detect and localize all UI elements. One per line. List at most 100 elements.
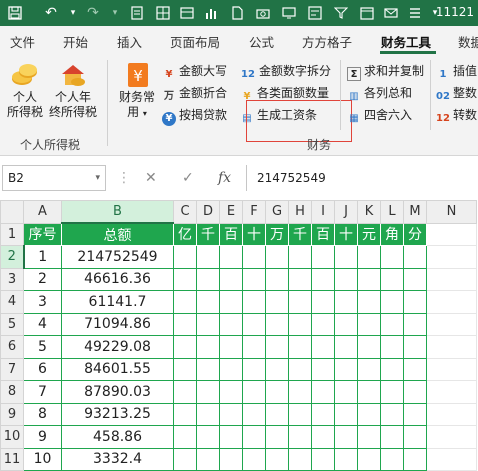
digit-cell[interactable] <box>403 312 427 336</box>
tab-formulas[interactable]: 公式 <box>249 32 274 51</box>
digit-cell[interactable] <box>196 380 220 404</box>
digit-cell[interactable] <box>288 267 312 291</box>
digit-cell[interactable] <box>219 335 243 359</box>
total-amount-cell[interactable]: 3332.4 <box>61 447 174 471</box>
camera-icon[interactable] <box>252 2 274 24</box>
digit-cell[interactable] <box>196 447 220 471</box>
total-amount-cell[interactable]: 93213.25 <box>61 402 174 426</box>
digit-cell[interactable] <box>357 425 381 449</box>
digit-cell[interactable] <box>311 380 335 404</box>
total-amount-cell[interactable]: 214752549 <box>61 245 174 269</box>
screen-icon[interactable] <box>278 2 300 24</box>
column-header-k[interactable]: K <box>357 200 381 224</box>
column-header-l[interactable]: L <box>380 200 404 224</box>
digit-cell[interactable] <box>219 402 243 426</box>
sequence-cell[interactable]: 3 <box>23 290 62 314</box>
digit-cell[interactable] <box>173 425 197 449</box>
table-header-cell[interactable]: 序号 <box>23 222 62 246</box>
finance-common-button[interactable]: ¥ 财务常 用 ▾ <box>113 62 161 121</box>
row-header[interactable]: 3 <box>0 267 24 291</box>
digit-cell[interactable] <box>403 380 427 404</box>
digit-cell[interactable] <box>380 312 404 336</box>
row-header[interactable]: 7 <box>0 357 24 381</box>
digit-cell[interactable] <box>334 402 358 426</box>
amount-digit-split-button[interactable]: 12 金额数字拆分 <box>240 61 331 81</box>
digit-cell[interactable] <box>196 267 220 291</box>
column-header-b[interactable]: B <box>61 200 174 224</box>
table-header-cell[interactable]: 万 <box>265 222 289 246</box>
name-box[interactable]: B2 ▾ <box>2 165 106 191</box>
empty-cell[interactable] <box>426 245 477 269</box>
enter-icon[interactable]: ✓ <box>182 170 194 186</box>
empty-cell[interactable] <box>426 335 477 359</box>
formula-input[interactable]: 214752549 <box>246 165 478 191</box>
digit-cell[interactable] <box>334 312 358 336</box>
empty-cell[interactable] <box>426 267 477 291</box>
table-header-cell[interactable]: 亿 <box>173 222 197 246</box>
digit-cell[interactable] <box>219 380 243 404</box>
digit-cell[interactable] <box>311 245 335 269</box>
digit-cell[interactable] <box>288 402 312 426</box>
email-icon[interactable] <box>380 2 402 24</box>
digit-cell[interactable] <box>265 447 289 471</box>
digit-cell[interactable] <box>380 267 404 291</box>
digit-cell[interactable] <box>311 357 335 381</box>
round-half-even-button[interactable]: ▦ 四舍六入 <box>347 105 412 125</box>
digit-cell[interactable] <box>334 335 358 359</box>
redo-dropdown-icon[interactable]: ▾ <box>104 2 126 24</box>
filter-icon[interactable] <box>330 2 352 24</box>
sequence-cell[interactable]: 10 <box>23 447 62 471</box>
table-header-cell[interactable]: 百 <box>219 222 243 246</box>
empty-cell[interactable] <box>426 222 477 246</box>
digit-cell[interactable] <box>380 335 404 359</box>
total-amount-cell[interactable]: 46616.36 <box>61 267 174 291</box>
digit-cell[interactable] <box>357 290 381 314</box>
table-header-cell[interactable]: 十 <box>334 222 358 246</box>
select-all-corner[interactable] <box>0 200 24 224</box>
digit-cell[interactable] <box>403 425 427 449</box>
column-header-a[interactable]: A <box>23 200 62 224</box>
digit-cell[interactable] <box>288 312 312 336</box>
digit-cell[interactable] <box>334 447 358 471</box>
digit-cell[interactable] <box>311 335 335 359</box>
undo-icon[interactable]: ↶ <box>40 2 62 24</box>
digit-cell[interactable] <box>196 290 220 314</box>
document-icon[interactable] <box>226 2 248 24</box>
sequence-cell[interactable]: 5 <box>23 335 62 359</box>
column-header-m[interactable]: M <box>403 200 427 224</box>
digit-cell[interactable] <box>173 290 197 314</box>
digit-cell[interactable] <box>288 447 312 471</box>
digit-cell[interactable] <box>173 402 197 426</box>
chevron-down-icon[interactable]: ▾ <box>95 166 100 190</box>
convert-number-button[interactable]: 12 转数 <box>436 105 477 125</box>
digit-cell[interactable] <box>288 290 312 314</box>
empty-cell[interactable] <box>426 380 477 404</box>
digit-cell[interactable] <box>380 357 404 381</box>
digit-cell[interactable] <box>288 245 312 269</box>
digit-cell[interactable] <box>196 425 220 449</box>
tab-file[interactable]: 文件 <box>10 32 35 51</box>
digit-cell[interactable] <box>357 380 381 404</box>
digit-cell[interactable] <box>334 245 358 269</box>
digit-cell[interactable] <box>334 357 358 381</box>
digit-cell[interactable] <box>380 380 404 404</box>
column-header-d[interactable]: D <box>196 200 220 224</box>
digit-cell[interactable] <box>265 425 289 449</box>
digit-cell[interactable] <box>265 335 289 359</box>
interpolate-button[interactable]: 1 插值 <box>436 61 478 81</box>
digit-cell[interactable] <box>173 380 197 404</box>
digit-cell[interactable] <box>403 245 427 269</box>
digit-cell[interactable] <box>265 380 289 404</box>
digit-cell[interactable] <box>196 402 220 426</box>
cancel-icon[interactable]: ✕ <box>145 170 157 186</box>
digit-cell[interactable] <box>311 267 335 291</box>
digit-cell[interactable] <box>196 312 220 336</box>
column-header-f[interactable]: F <box>242 200 266 224</box>
tab-fangfang-gezi[interactable]: 方方格子 <box>302 32 352 51</box>
digit-cell[interactable] <box>380 245 404 269</box>
sequence-cell[interactable]: 9 <box>23 425 62 449</box>
table-header-cell[interactable]: 百 <box>311 222 335 246</box>
digit-cell[interactable] <box>403 357 427 381</box>
digit-cell[interactable] <box>242 290 266 314</box>
digit-cell[interactable] <box>357 447 381 471</box>
